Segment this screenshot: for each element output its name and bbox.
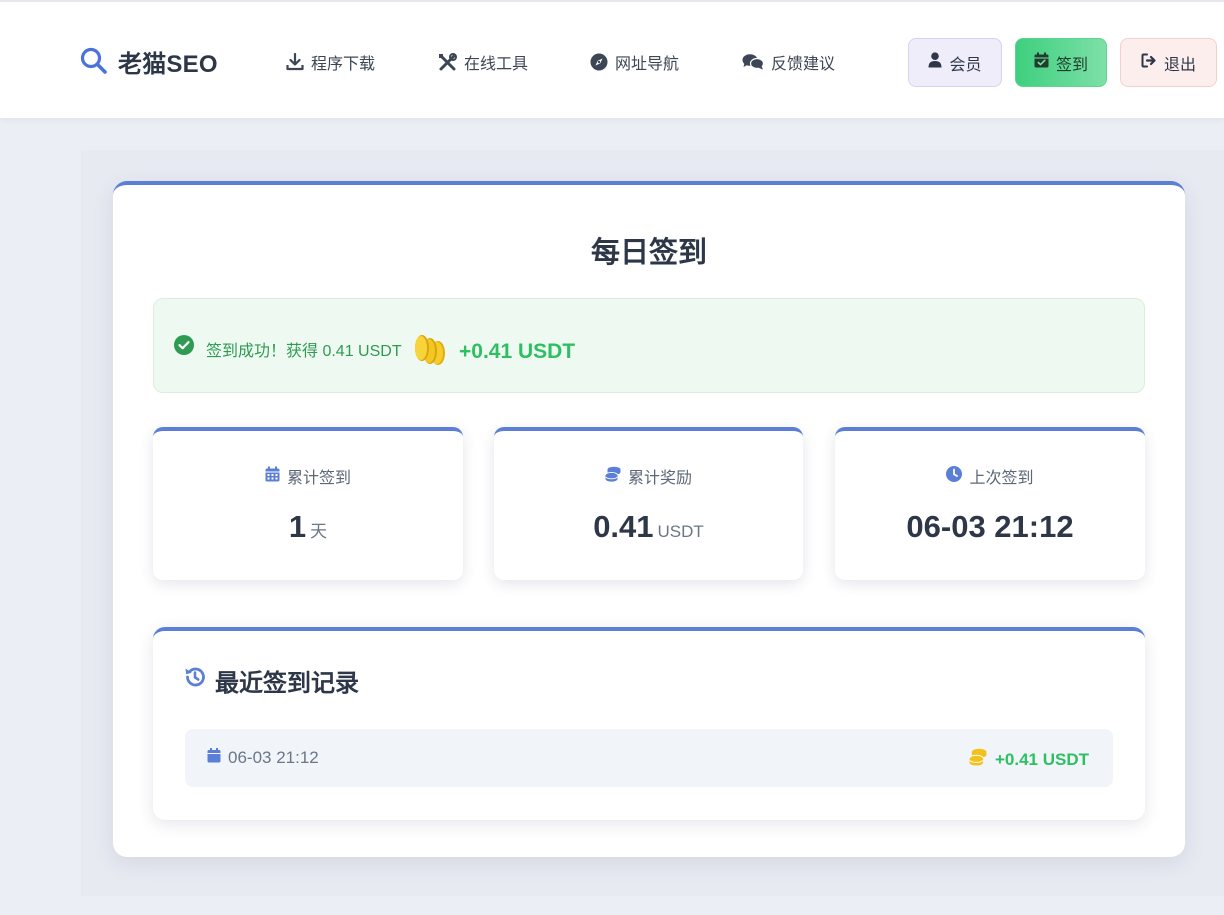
nav-item-label: 在线工具 <box>464 56 529 73</box>
stat-card-total-days: 累计签到 1天 <box>153 427 463 580</box>
nav-item-download[interactable]: 程序下载 <box>286 50 375 74</box>
check-circle-icon <box>174 335 194 360</box>
nav-item-label: 网址导航 <box>615 56 680 73</box>
history-record-row: 06-03 21:12 +0.41 USDT <box>185 729 1113 787</box>
tools-icon <box>438 52 457 72</box>
nav-item-label: 程序下载 <box>311 56 376 73</box>
nav-item-feedback[interactable]: 反馈建议 <box>742 50 835 74</box>
alert-message: 签到成功！获得 0.41 USDT <box>206 343 402 360</box>
stat-value: 1 <box>288 509 307 544</box>
history-icon <box>183 665 207 696</box>
record-amount-group: +0.41 USDT <box>969 748 1089 771</box>
success-alert: 签到成功！获得 0.41 USDT +0.41 USDT <box>153 298 1145 393</box>
stat-value-row: 1天 <box>153 509 463 545</box>
stat-label: 累计奖励 <box>627 470 692 487</box>
coins-icon <box>605 466 621 487</box>
record-date: 06-03 21:12 <box>228 748 319 767</box>
calendar-icon <box>265 466 280 487</box>
logo[interactable]: 老猫SEO <box>80 45 218 78</box>
logout-button-label: 退出 <box>1163 56 1196 74</box>
stat-label-row: 上次签到 <box>835 464 1145 488</box>
stat-card-total-reward: 累计奖励 0.41 USDT <box>494 427 803 580</box>
stat-card-last-checkin: 上次签到 06-03 21:12 <box>835 427 1145 580</box>
sign-in-button[interactable]: 签到 <box>1015 38 1107 87</box>
logout-button[interactable]: 退出 <box>1120 38 1217 87</box>
checkin-history: 最近签到记录 06-03 21:12 +0.41 USDT <box>153 627 1145 820</box>
sign-in-button-label: 签到 <box>1055 56 1088 74</box>
stat-label-row: 累计签到 <box>153 464 463 488</box>
logo-text: 老猫SEO <box>118 50 218 78</box>
member-button[interactable]: 会员 <box>908 38 1002 87</box>
stat-value-row: 0.41 USDT <box>494 509 803 545</box>
record-date-group: 06-03 21:12 <box>207 748 319 768</box>
stat-label-row: 累计奖励 <box>494 464 803 488</box>
coins-icon <box>412 333 448 374</box>
nav-item-tools[interactable]: 在线工具 <box>438 50 528 74</box>
member-button-label: 会员 <box>949 56 982 74</box>
stat-label: 累计签到 <box>286 470 351 487</box>
stat-label: 上次签到 <box>969 470 1034 487</box>
alert-amount: +0.41 USDT <box>459 340 576 363</box>
history-title: 最近签到记录 <box>215 670 359 697</box>
calendar-check-icon <box>1034 52 1049 73</box>
clock-icon <box>946 465 963 487</box>
nav-item-navigation[interactable]: 网址导航 <box>590 50 679 74</box>
stat-unit: USDT <box>657 522 704 541</box>
user-icon <box>928 52 942 73</box>
top-nav-bar: 老猫SEO 程序下载 在线工具 网址导航 反馈建议 会员 签到 退出 <box>0 0 1224 118</box>
stat-unit: 天 <box>310 522 328 541</box>
coins-icon <box>969 748 987 771</box>
comments-icon <box>742 53 764 71</box>
checkin-card: 每日签到 签到成功！获得 0.41 USDT +0.41 USDT 累计签到 1… <box>113 181 1185 857</box>
compass-icon <box>590 53 608 71</box>
record-amount: +0.41 USDT <box>994 749 1089 769</box>
logout-icon <box>1141 53 1157 73</box>
search-icon <box>80 47 108 75</box>
history-title-row: 最近签到记录 <box>183 663 359 698</box>
stat-value: 0.41 <box>593 509 654 544</box>
stat-value: 06-03 21:12 <box>906 509 1074 544</box>
calendar-icon <box>207 748 221 768</box>
nav-item-label: 反馈建议 <box>771 56 836 73</box>
download-icon <box>286 53 304 71</box>
page-title: 每日签到 <box>590 237 707 269</box>
